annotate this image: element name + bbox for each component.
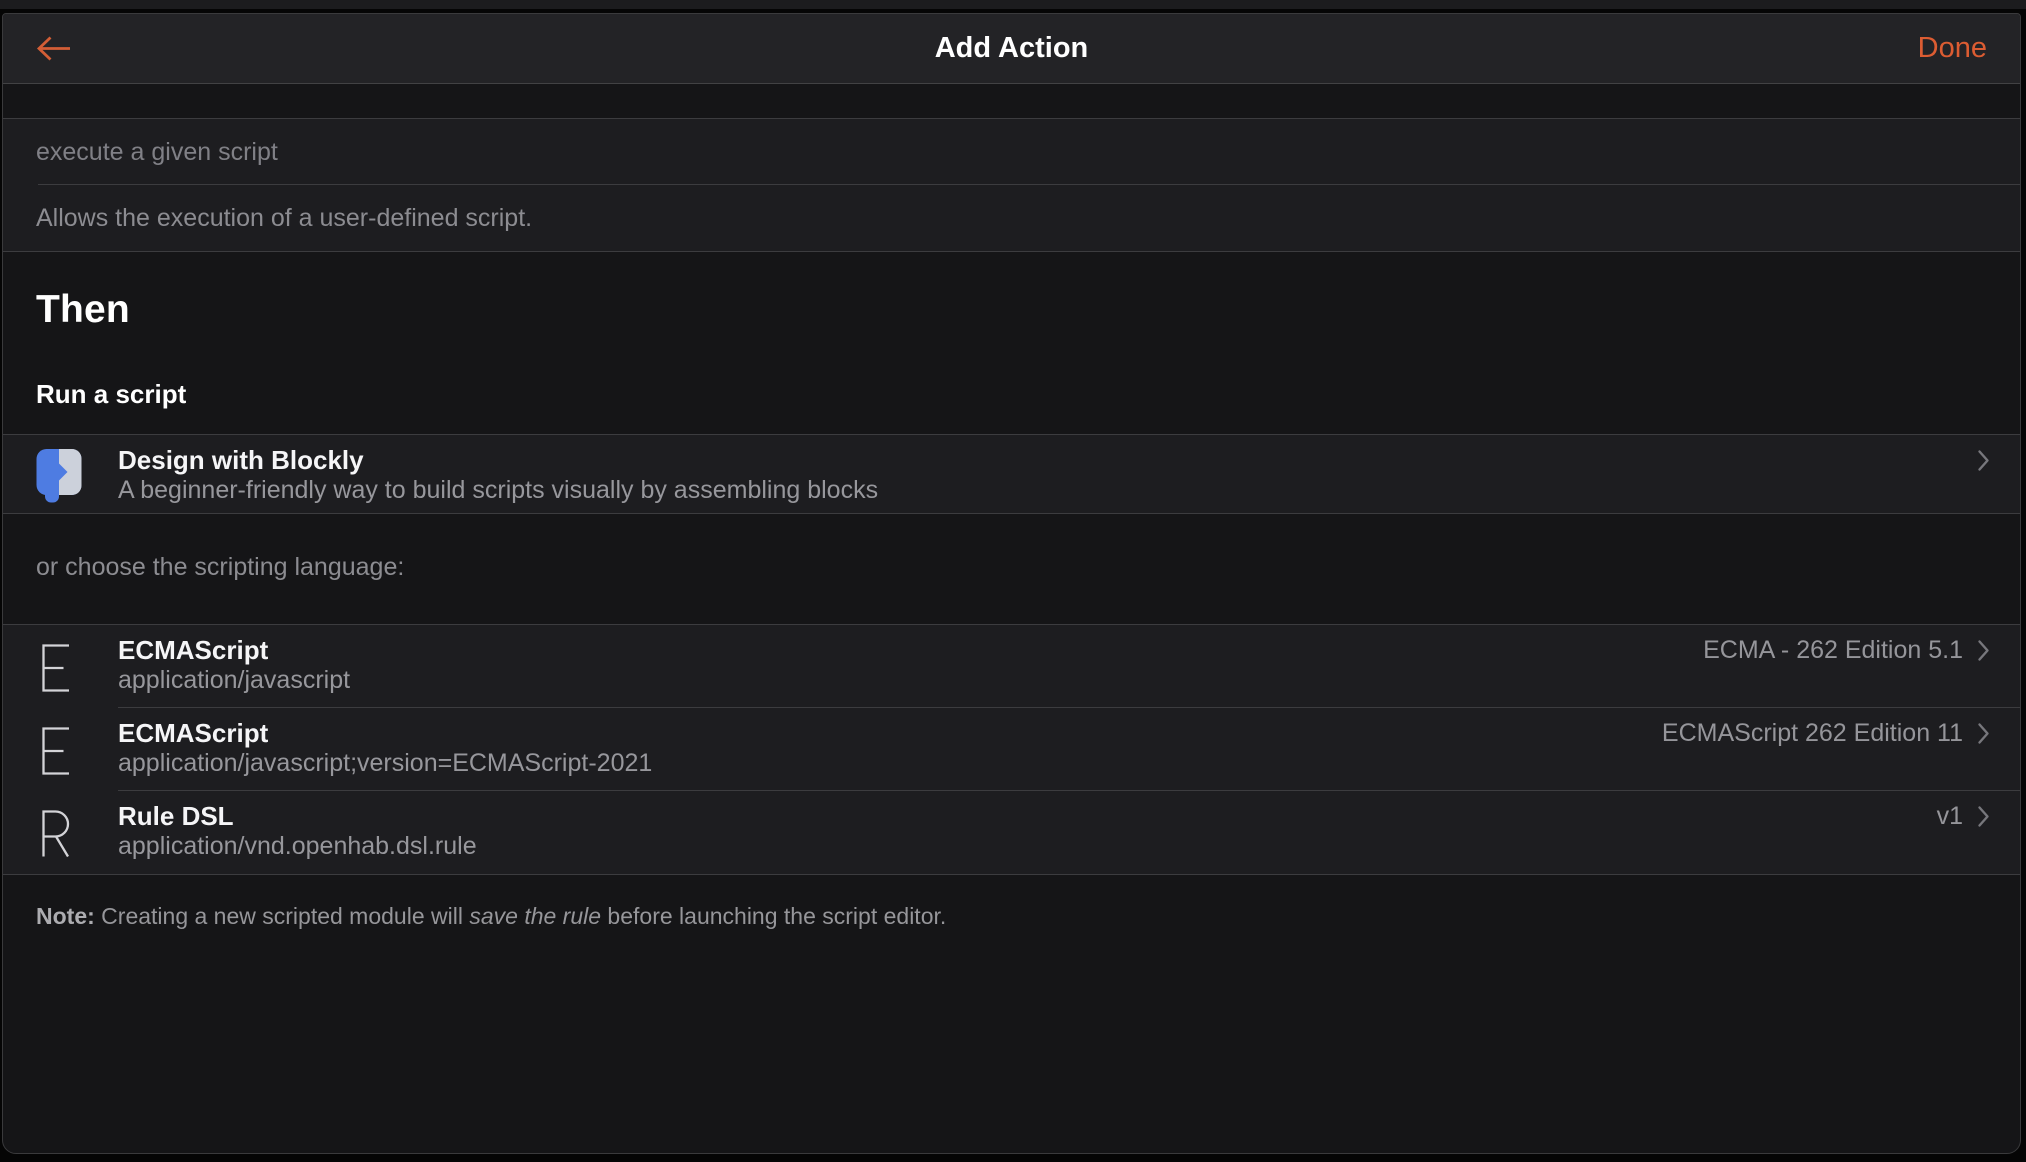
language-version: v1 [1936,802,1963,830]
chevron-right-icon [1978,450,1989,471]
module-description-text: Allows the execution of a user-defined s… [36,203,533,232]
language-mime: application/javascript [118,666,351,694]
language-title: Rule DSL [118,801,234,831]
back-button[interactable] [3,24,92,73]
section-subheading-run-a-script: Run a script [36,379,187,409]
language-mime: application/vnd.openhab.dsl.rule [118,832,477,860]
list-item-ecmascript-5-1[interactable]: ECMAScript application/javascript ECMA -… [3,625,2020,708]
blockly-icon [36,448,82,502]
add-action-modal: Add Action Done Allows the execution of … [2,13,2021,1154]
language-text: Rule DSL application/vnd.openhab.dsl.rul… [118,791,1937,874]
language-title: ECMAScript [118,718,269,748]
chevron-right-icon [1978,806,1989,827]
language-icon-slot [36,708,118,791]
blockly-subtitle: A beginner-friendly way to build scripts… [118,476,879,504]
list-item-ecmascript-2021[interactable]: ECMAScript application/javascript;versio… [3,708,2020,791]
language-text: ECMAScript application/javascript;versio… [118,708,1662,791]
language-after: ECMA - 262 Edition 5.1 [1703,635,1990,666]
section-heading-then: Then [36,288,130,331]
letter-e-icon [42,726,69,775]
done-button[interactable]: Done [1918,32,1987,65]
language-title: ECMAScript [118,635,269,665]
letter-r-icon [42,809,70,857]
letter-e-icon [42,643,69,692]
module-description-row: Allows the execution of a user-defined s… [3,185,2020,251]
arrow-left-icon [36,36,70,61]
or-choose-label: or choose the scripting language: [36,553,405,581]
language-version: ECMAScript 262 Edition 11 [1661,719,1963,747]
blockly-title: Design with Blockly [118,445,364,475]
language-mime: application/javascript;version=ECMAScrip… [118,749,653,777]
note-label: Note: [36,903,95,929]
note-text: Note: Creating a new scripted module wil… [36,903,947,929]
list-item-rule-dsl[interactable]: Rule DSL application/vnd.openhab.dsl.rul… [3,791,2020,874]
module-name-row[interactable] [3,119,2020,185]
chevron-right-icon [1978,640,1989,661]
chevron-right-icon [1978,723,1989,744]
blockly-icon-slot [36,435,118,513]
languages-card: ECMAScript application/javascript ECMA -… [3,624,2020,875]
language-after: v1 [1937,801,1990,832]
page-behind-edge [0,0,2026,11]
navbar-title: Add Action [934,32,1089,64]
blockly-card: Design with Blockly A beginner-friendly … [3,434,2020,514]
language-icon-slot [36,791,118,874]
language-icon-slot [36,625,118,708]
language-text: ECMAScript application/javascript [118,625,1703,708]
language-version: ECMA - 262 Edition 5.1 [1703,636,1963,664]
module-name-input[interactable] [36,137,1990,167]
language-after: ECMAScript 262 Edition 11 [1662,718,1990,749]
module-info-card: Allows the execution of a user-defined s… [3,118,2020,252]
blockly-text: Design with Blockly A beginner-friendly … [118,435,1977,513]
navbar: Add Action Done [3,14,2020,84]
blockly-after [1977,445,1990,476]
design-with-blockly-item[interactable]: Design with Blockly A beginner-friendly … [3,435,2020,513]
note-italic: save the rule [469,903,602,929]
